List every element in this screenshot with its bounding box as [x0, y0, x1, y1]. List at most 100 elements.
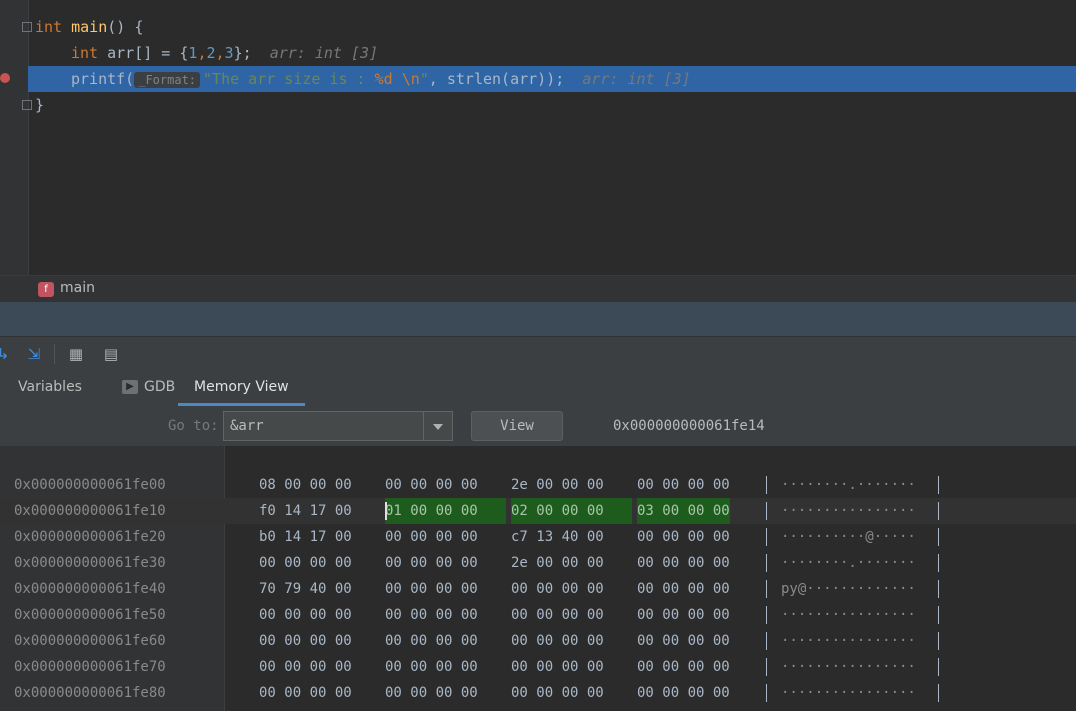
memory-address: 0x000000000061fe50: [14, 607, 166, 623]
ascii-divider: [766, 476, 767, 494]
layout-icon[interactable]: ▤: [102, 345, 120, 363]
editor-gutter[interactable]: [0, 0, 29, 275]
memory-bytes[interactable]: 00 00 00 00: [259, 550, 352, 576]
memory-bytes[interactable]: 03 00 00 00: [637, 498, 730, 524]
memory-bytes[interactable]: 00 00 00 00: [511, 628, 604, 654]
memory-bytes[interactable]: 00 00 00 00: [511, 654, 604, 680]
memory-bytes[interactable]: 00 00 00 00: [385, 654, 478, 680]
ascii-divider: [766, 658, 767, 676]
memory-row[interactable]: 0x000000000061fe10 f0 14 17 00 01 00 00 00…: [0, 498, 1076, 524]
memory-bytes[interactable]: 00 00 00 00: [259, 654, 352, 680]
memory-bytes[interactable]: c7 13 40 00: [511, 524, 604, 550]
debug-tabs: Variables ▶ GDB Memory View: [0, 370, 1076, 407]
memory-bytes[interactable]: 2e 00 00 00: [511, 550, 604, 576]
breadcrumb-item-main[interactable]: main: [60, 280, 95, 296]
escape-sequence: \n: [401, 70, 420, 88]
code-line-2[interactable]: int arr[] = {1,2,3}; arr: int [3]: [71, 40, 378, 66]
memory-ascii: ········.·······: [781, 477, 916, 493]
memory-bytes[interactable]: 00 00 00 00: [637, 628, 730, 654]
fold-marker-icon[interactable]: [22, 100, 32, 110]
memory-bytes[interactable]: 08 00 00 00: [259, 472, 352, 498]
fold-marker-icon[interactable]: [22, 22, 32, 32]
goto-address-combobox[interactable]: &arr: [223, 411, 453, 441]
memory-bytes[interactable]: 00 00 00 00: [511, 602, 604, 628]
memory-bytes[interactable]: 00 00 00 00: [385, 602, 478, 628]
tab-variables[interactable]: Variables: [18, 370, 82, 406]
memory-bytes[interactable]: f0 14 17 00: [259, 498, 352, 524]
code-line-3[interactable]: printf(_Format: "The arr size is : %d \n"…: [71, 66, 691, 92]
memory-ascii: py@·············: [781, 581, 916, 597]
memory-row[interactable]: 0x000000000061fe20 b0 14 17 00 00 00 00 00…: [0, 524, 1076, 550]
code-text: , strlen(arr));: [428, 70, 565, 88]
ascii-divider: [938, 684, 939, 702]
memory-row[interactable]: 0x000000000061fe50 00 00 00 00 00 00 00 00…: [0, 602, 1076, 628]
ascii-divider: [766, 528, 767, 546]
memory-ascii: ················: [781, 685, 916, 701]
memory-address: 0x000000000061fe30: [14, 555, 166, 571]
memory-ascii: ··········@·····: [781, 529, 916, 545]
memory-row[interactable]: 0x000000000061fe30 00 00 00 00 00 00 00 00…: [0, 550, 1076, 576]
goto-input-value[interactable]: &arr: [230, 418, 264, 434]
memory-bytes[interactable]: 00 00 00 00: [637, 602, 730, 628]
memory-address: 0x000000000061fe10: [14, 503, 166, 519]
memory-bytes[interactable]: 00 00 00 00: [385, 524, 478, 550]
memory-bytes[interactable]: 00 00 00 00: [637, 654, 730, 680]
code-text: };: [233, 44, 252, 62]
tab-gdb[interactable]: ▶ GDB: [122, 370, 175, 406]
memory-bytes[interactable]: 00 00 00 00: [259, 680, 352, 706]
panel-divider[interactable]: [0, 302, 1076, 336]
memory-row[interactable]: 0x000000000061fe70 00 00 00 00 00 00 00 00…: [0, 654, 1076, 680]
memory-bytes[interactable]: 00 00 00 00: [385, 628, 478, 654]
debug-inline-value: arr: int [3]: [582, 70, 691, 88]
code-line-4[interactable]: }: [35, 92, 44, 118]
step-over-icon[interactable]: ↳: [0, 345, 12, 363]
goto-label: Go to:: [168, 418, 219, 434]
memory-bytes[interactable]: 00 00 00 00: [259, 628, 352, 654]
toolbar-separator: [54, 344, 55, 364]
memory-bytes[interactable]: 00 00 00 00: [511, 576, 604, 602]
memory-bytes[interactable]: 00 00 00 00: [637, 550, 730, 576]
memory-bytes[interactable]: 01 00 00 00: [385, 498, 506, 524]
tab-memory-view[interactable]: Memory View: [178, 370, 305, 406]
memory-row[interactable]: 0x000000000061fe40 70 79 40 00 00 00 00 00…: [0, 576, 1076, 602]
tab-label: Variables: [18, 379, 82, 395]
memory-row[interactable]: 0x000000000061fe60 00 00 00 00 00 00 00 00…: [0, 628, 1076, 654]
code-editor[interactable]: int main() { int arr[] = {1,2,3}; arr: i…: [0, 0, 1076, 275]
memory-ascii: ········.·······: [781, 555, 916, 571]
view-button[interactable]: View: [471, 411, 563, 441]
memory-bytes[interactable]: 00 00 00 00: [385, 680, 478, 706]
memory-bytes[interactable]: 00 00 00 00: [637, 472, 730, 498]
memory-view[interactable]: 0x000000000061fe00 08 00 00 00 00 00 00 00…: [0, 446, 1076, 711]
memory-address: 0x000000000061fe60: [14, 633, 166, 649]
memory-bytes[interactable]: 00 00 00 00: [637, 680, 730, 706]
memory-bytes[interactable]: 00 00 00 00: [259, 602, 352, 628]
memory-bytes[interactable]: 70 79 40 00: [259, 576, 352, 602]
function-name: main: [71, 18, 108, 36]
tab-label: Memory View: [194, 379, 289, 395]
memory-bytes[interactable]: 00 00 00 00: [637, 524, 730, 550]
ascii-divider: [938, 632, 939, 650]
memory-row[interactable]: 0x000000000061fe00 08 00 00 00 00 00 00 00…: [0, 472, 1076, 498]
force-step-into-icon[interactable]: ⇲: [25, 345, 43, 363]
ascii-divider: [938, 658, 939, 676]
memory-bytes[interactable]: 00 00 00 00: [511, 680, 604, 706]
format-specifier: %d: [374, 70, 393, 88]
memory-ascii: ················: [781, 503, 916, 519]
memory-bytes[interactable]: 00 00 00 00: [385, 550, 478, 576]
evaluate-table-icon[interactable]: ▦: [67, 345, 85, 363]
memory-bytes[interactable]: 00 00 00 00: [637, 576, 730, 602]
breadcrumb: f main: [0, 275, 1076, 303]
ascii-divider: [766, 502, 767, 520]
memory-bytes[interactable]: b0 14 17 00: [259, 524, 352, 550]
memory-bytes[interactable]: 2e 00 00 00: [511, 472, 604, 498]
memory-row[interactable]: 0x000000000061fe80 00 00 00 00 00 00 00 00…: [0, 680, 1076, 706]
tab-label: GDB: [144, 379, 176, 395]
chevron-down-icon[interactable]: [423, 412, 452, 440]
ascii-divider: [938, 554, 939, 572]
memory-ascii: ················: [781, 607, 916, 623]
memory-bytes[interactable]: 02 00 00 00: [511, 498, 632, 524]
memory-bytes[interactable]: 00 00 00 00: [385, 576, 478, 602]
code-line-1[interactable]: int main() {: [35, 14, 143, 40]
breakpoint-icon[interactable]: [0, 73, 10, 83]
memory-bytes[interactable]: 00 00 00 00: [385, 472, 478, 498]
